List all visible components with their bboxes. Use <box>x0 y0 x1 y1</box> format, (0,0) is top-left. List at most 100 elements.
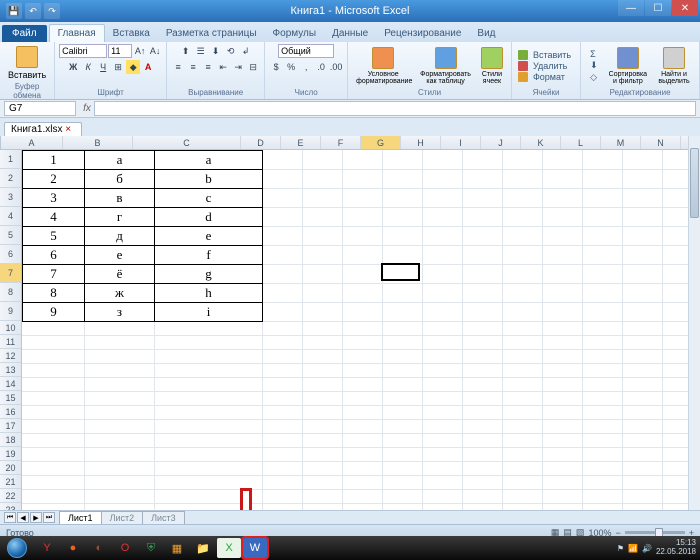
font-size-combo[interactable]: 11 <box>108 44 132 58</box>
cell-styles-button[interactable]: Стили ячеек <box>477 45 507 87</box>
name-box[interactable]: G7 <box>4 101 76 116</box>
align-center-icon[interactable]: ≡ <box>186 60 200 74</box>
row-header-20[interactable]: 20 <box>0 461 21 475</box>
cell[interactable]: b <box>155 170 263 189</box>
cell[interactable]: i <box>155 303 263 322</box>
row-header-19[interactable]: 19 <box>0 447 21 461</box>
row-header-7[interactable]: 7 <box>0 264 21 283</box>
sort-filter-button[interactable]: Сортировка и фильтр <box>605 45 651 87</box>
cell[interactable]: 9 <box>23 303 85 322</box>
fill-button[interactable]: ⬇ <box>585 60 603 71</box>
taskbar-app-icon[interactable]: X <box>217 538 241 558</box>
cell[interactable]: з <box>85 303 155 322</box>
sheet-nav-next[interactable]: ▶ <box>30 512 42 523</box>
italic-button[interactable]: К <box>81 60 95 74</box>
tab-review[interactable]: Рецензирование <box>376 25 469 42</box>
taskbar-app-icon[interactable]: ▦ <box>165 538 189 558</box>
align-bottom-icon[interactable]: ⬇ <box>209 44 223 58</box>
fx-icon[interactable]: fx <box>80 103 94 114</box>
row-header-11[interactable]: 11 <box>0 335 21 349</box>
row-header-13[interactable]: 13 <box>0 363 21 377</box>
row-header-3[interactable]: 3 <box>0 188 21 207</box>
row-header-2[interactable]: 2 <box>0 169 21 188</box>
spreadsheet-grid[interactable]: ABCDEFGHIJKLMNO 123456789101112131415161… <box>0 136 700 524</box>
autosum-button[interactable]: Σ <box>585 49 603 59</box>
taskbar-app-icon[interactable]: 📁 <box>191 538 215 558</box>
start-button[interactable] <box>0 536 34 560</box>
wrap-text-icon[interactable]: ↲ <box>239 44 253 58</box>
fill-color-button[interactable]: ◆ <box>126 60 140 74</box>
cell[interactable]: ё <box>85 265 155 284</box>
col-header-L[interactable]: L <box>561 136 601 149</box>
cell[interactable]: c <box>155 189 263 208</box>
indent-inc-icon[interactable]: ⇥ <box>231 60 245 74</box>
cell[interactable]: e <box>155 227 263 246</box>
bold-button[interactable]: Ж <box>66 60 80 74</box>
cell[interactable]: а <box>85 151 155 170</box>
col-header-B[interactable]: B <box>63 136 133 149</box>
align-middle-icon[interactable]: ☰ <box>194 44 208 58</box>
comma-icon[interactable]: , <box>299 60 313 74</box>
cell[interactable]: 3 <box>23 189 85 208</box>
align-top-icon[interactable]: ⬆ <box>179 44 193 58</box>
cell[interactable]: 2 <box>23 170 85 189</box>
cell[interactable]: d <box>155 208 263 227</box>
number-format-combo[interactable]: Общий <box>278 44 334 58</box>
row-header-5[interactable]: 5 <box>0 226 21 245</box>
row-header-4[interactable]: 4 <box>0 207 21 226</box>
file-tab[interactable]: Файл <box>2 25 47 42</box>
merge-icon[interactable]: ⊟ <box>246 60 260 74</box>
dec-decimal-icon[interactable]: .00 <box>329 60 343 74</box>
row-header-16[interactable]: 16 <box>0 405 21 419</box>
row-header-22[interactable]: 22 <box>0 489 21 503</box>
taskbar-app-icon[interactable]: ◐ <box>87 538 111 558</box>
border-button[interactable]: ⊞ <box>111 60 125 74</box>
sheet-tab-1[interactable]: Лист1 <box>59 511 102 524</box>
clear-button[interactable]: ◇ <box>585 72 603 83</box>
qat-undo-icon[interactable]: ↶ <box>25 3 41 19</box>
tray-flag-icon[interactable]: ⚑ <box>617 544 624 553</box>
zoom-slider[interactable] <box>625 531 685 534</box>
cell[interactable]: в <box>85 189 155 208</box>
font-color-button[interactable]: A <box>141 60 155 74</box>
col-header-M[interactable]: M <box>601 136 641 149</box>
col-header-J[interactable]: J <box>481 136 521 149</box>
align-right-icon[interactable]: ≡ <box>201 60 215 74</box>
cell[interactable]: 8 <box>23 284 85 303</box>
format-as-table-button[interactable]: Форматировать как таблицу <box>416 45 475 87</box>
taskbar-app-icon[interactable]: ● <box>61 538 85 558</box>
indent-dec-icon[interactable]: ⇤ <box>216 60 230 74</box>
delete-cells-button[interactable]: Удалить <box>516 61 576 71</box>
cell[interactable]: ж <box>85 284 155 303</box>
qat-save-icon[interactable]: 💾 <box>6 3 22 19</box>
row-header-6[interactable]: 6 <box>0 245 21 264</box>
row-header-12[interactable]: 12 <box>0 349 21 363</box>
qat-redo-icon[interactable]: ↷ <box>44 3 60 19</box>
cell[interactable]: g <box>155 265 263 284</box>
tray-volume-icon[interactable]: 🔊 <box>642 544 652 553</box>
taskbar-app-icon[interactable]: W <box>243 538 267 558</box>
sheet-nav-prev[interactable]: ◀ <box>17 512 29 523</box>
taskbar-clock[interactable]: 15:13 22.05.2018 <box>656 539 696 557</box>
tab-view[interactable]: Вид <box>469 25 503 42</box>
tab-formulas[interactable]: Формулы <box>265 25 325 42</box>
orientation-icon[interactable]: ⟲ <box>224 44 238 58</box>
row-header-9[interactable]: 9 <box>0 302 21 321</box>
cell[interactable]: б <box>85 170 155 189</box>
conditional-formatting-button[interactable]: Условное форматирование <box>352 45 414 87</box>
col-header-E[interactable]: E <box>281 136 321 149</box>
tab-page-layout[interactable]: Разметка страницы <box>158 25 265 42</box>
tray-network-icon[interactable]: 📶 <box>628 544 638 553</box>
percent-icon[interactable]: % <box>284 60 298 74</box>
maximize-button[interactable]: ☐ <box>645 0 671 16</box>
tab-insert[interactable]: Вставка <box>105 25 158 42</box>
row-header-14[interactable]: 14 <box>0 377 21 391</box>
cell[interactable]: г <box>85 208 155 227</box>
cell[interactable]: е <box>85 246 155 265</box>
paste-button[interactable]: Вставить <box>4 44 50 82</box>
close-tab-icon[interactable]: × <box>65 124 71 135</box>
cell[interactable]: f <box>155 246 263 265</box>
row-header-1[interactable]: 1 <box>0 150 21 169</box>
cell[interactable]: a <box>155 151 263 170</box>
taskbar-app-icon[interactable]: ⛨ <box>139 538 163 558</box>
